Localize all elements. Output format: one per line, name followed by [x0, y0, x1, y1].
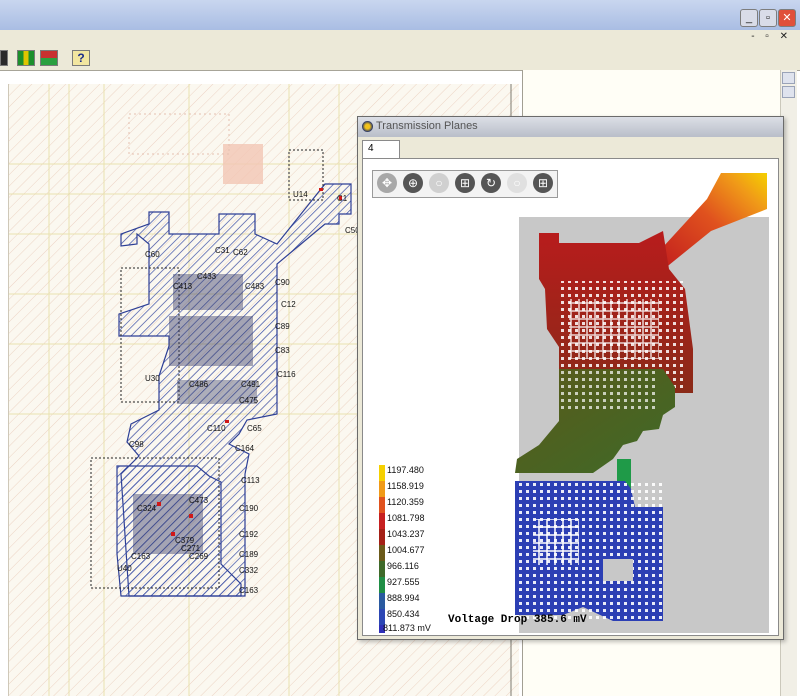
- scale-label: 1120.359: [387, 497, 424, 507]
- scale-swatch: [379, 513, 385, 529]
- component-label: C164: [235, 444, 255, 453]
- component-label: C110: [207, 424, 226, 433]
- zoom-in-icon[interactable]: ⊕: [403, 173, 423, 193]
- component-label: C379: [175, 536, 195, 545]
- minimize-button[interactable]: _: [740, 9, 758, 27]
- toolbar: [0, 46, 800, 71]
- scale-label: 1197.480: [387, 465, 424, 475]
- component-label: C1: [337, 194, 348, 203]
- app-logo-icon: [362, 121, 373, 132]
- scale-label: 888.994: [387, 593, 420, 603]
- layers-icon[interactable]: [40, 50, 58, 66]
- component-label: U30: [145, 374, 160, 383]
- component-label: C324: [137, 504, 157, 513]
- view-toolbar: ✥ ⊕ ○ ⊞ ↻ ○ ⊞: [372, 170, 558, 198]
- scale-swatch: [379, 529, 385, 545]
- scale-label: 1158.919: [387, 481, 424, 491]
- dialog-title-bar[interactable]: Transmission Planes: [358, 117, 783, 137]
- scale-swatch: [379, 577, 385, 593]
- scale-swatch: [379, 561, 385, 577]
- component-label: C65: [247, 424, 262, 433]
- voltage-drop-readout: Voltage Drop 385.6 mV: [448, 614, 587, 626]
- menu-bar: - ▫ ✕: [0, 30, 800, 47]
- component-label: C413: [173, 282, 193, 291]
- component-label: C269: [189, 552, 209, 561]
- fit-view-icon[interactable]: ⊞: [455, 173, 475, 193]
- component-label: C486: [189, 380, 209, 389]
- component-label: C483: [245, 282, 265, 291]
- component-label: C83: [275, 346, 290, 355]
- scale-label: 927.555: [387, 577, 420, 587]
- tab-panel: 1197.480 1158.919 1120.359 1081.798 1043…: [362, 158, 779, 636]
- scale-label: 966.116: [387, 561, 419, 571]
- close-button[interactable]: ✕: [778, 9, 796, 27]
- pan-icon[interactable]: ✥: [377, 173, 397, 193]
- component-label: U14: [293, 190, 308, 199]
- scale-label: 1004.677: [387, 545, 425, 555]
- component-label: C190: [239, 504, 259, 513]
- component-label: C31: [215, 246, 230, 255]
- tab-layer-4[interactable]: 4: [362, 140, 400, 158]
- component-label: U40: [117, 564, 132, 573]
- component-label: C189: [239, 550, 259, 559]
- component-label: C271: [181, 544, 201, 553]
- dialog-title: Transmission Planes: [376, 120, 478, 132]
- bar-chart-icon[interactable]: [17, 50, 35, 66]
- scroll-thumb[interactable]: [782, 86, 795, 98]
- mdi-window-controls[interactable]: - ▫ ✕: [751, 31, 792, 42]
- component-label: C89: [275, 322, 290, 331]
- toolbar-button-partial[interactable]: [0, 50, 8, 66]
- component-label: C473: [189, 496, 209, 505]
- scale-swatch: [379, 497, 385, 513]
- component-label: C475: [239, 396, 259, 405]
- zoom-out-icon[interactable]: ○: [429, 173, 449, 193]
- component-label: C192: [239, 530, 259, 539]
- scale-label: 1043.237: [387, 529, 425, 539]
- component-label: C163: [239, 586, 259, 595]
- help-icon[interactable]: ?: [72, 50, 90, 66]
- component-label: C116: [277, 370, 296, 379]
- maximize-button[interactable]: ▫: [759, 9, 777, 27]
- select-icon[interactable]: ⊞: [533, 173, 553, 193]
- component-label: C90: [275, 278, 290, 287]
- transmission-planes-dialog: Transmission Planes 4 1197.480 1158.919 …: [357, 116, 784, 640]
- scroll-up-arrow-icon[interactable]: [782, 72, 795, 84]
- voltage-drop-map: [515, 173, 767, 621]
- scale-swatch: [379, 481, 385, 497]
- component-label: C332: [239, 566, 259, 575]
- scale-label: 1081.798: [387, 513, 425, 523]
- scale-label: 850.434: [387, 609, 420, 619]
- rotate-icon[interactable]: ↻: [481, 173, 501, 193]
- scale-swatch: [379, 545, 385, 561]
- component-label: C491: [241, 380, 261, 389]
- component-label: C12: [281, 300, 296, 309]
- component-label: C60: [145, 250, 160, 259]
- scale-swatch: [379, 593, 385, 609]
- scale-label: 811.873 mV: [383, 623, 431, 633]
- component-label: C433: [197, 272, 217, 281]
- scale-swatch: [379, 465, 385, 481]
- component-label: C62: [233, 248, 248, 257]
- component-label: C163: [131, 552, 151, 561]
- app-title-bar: [0, 0, 800, 30]
- reset-view-icon[interactable]: ○: [507, 173, 527, 193]
- component-label: C98: [129, 440, 144, 449]
- component-label: C113: [241, 476, 260, 485]
